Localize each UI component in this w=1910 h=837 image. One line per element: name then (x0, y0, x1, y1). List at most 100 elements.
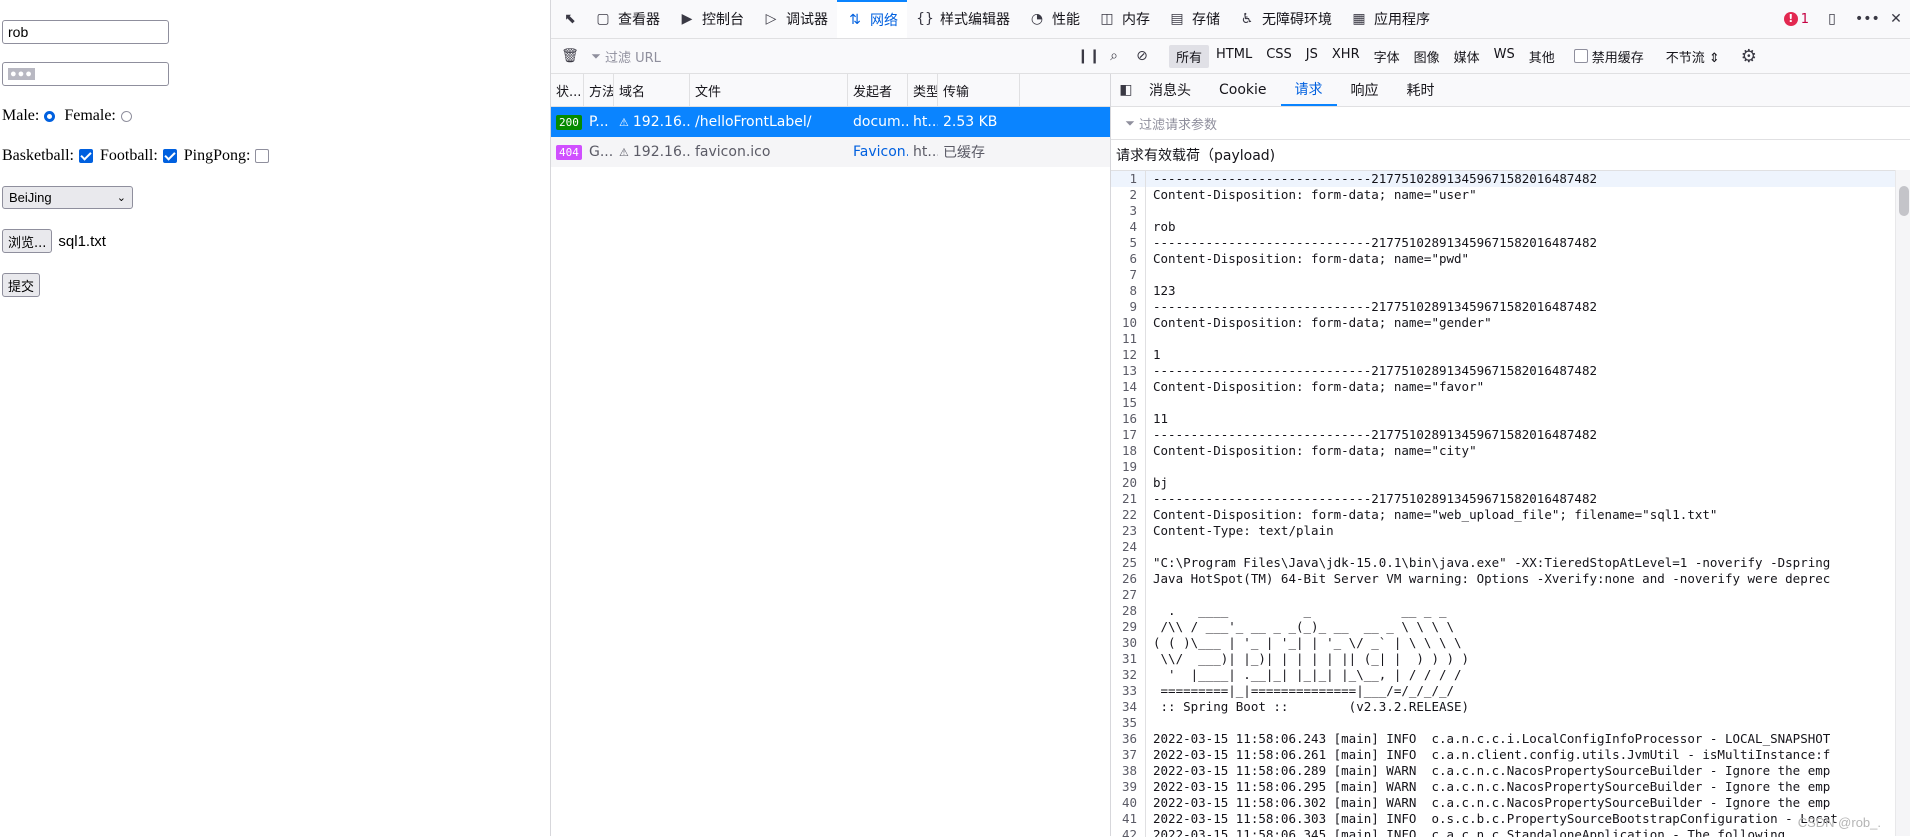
line-text: bj (1153, 475, 1169, 490)
password-mask: ●●● (8, 68, 35, 80)
line-text: -----------------------------21775102891… (1153, 171, 1598, 186)
error-count-badge[interactable]: ! 1 (1783, 12, 1809, 27)
password-input[interactable]: ●●● (2, 62, 169, 86)
tab-performance[interactable]: ◔ 性能 (1019, 0, 1089, 38)
close-icon[interactable]: ✕ (1887, 11, 1905, 27)
domain-text: 192.16... (632, 114, 690, 130)
browse-button[interactable]: 浏览... (2, 229, 53, 253)
tab-style-editor[interactable]: {} 样式编辑器 (907, 0, 1019, 38)
filter-icon: ⏷ (591, 48, 601, 63)
line-number: 34 (1111, 699, 1146, 715)
type-text: ht... (913, 114, 938, 130)
line-text: :: Spring Boot :: (v2.3.2.RELEASE) (1153, 699, 1470, 714)
detail-tab-1[interactable]: Cookie (1205, 74, 1281, 106)
line-text: Content-Disposition: form-data; name="pw… (1153, 251, 1470, 266)
line-text: ( ( )\___ | '_ | '_| | '_ \/ _` | \ \ \ … (1153, 635, 1462, 650)
line-number: 19 (1111, 459, 1146, 475)
type-filter-3[interactable]: JS (1299, 45, 1325, 68)
type-filter-1[interactable]: HTML (1209, 45, 1259, 68)
city-select[interactable]: BeiJing ⌄ (2, 186, 133, 209)
column-header-6[interactable]: 传输 (938, 74, 1020, 106)
line-text: /\\ / ___'_ __ _ _(_)_ __ __ _ \ \ \ \ (1153, 619, 1455, 634)
payload-code-view[interactable]: 1 -----------------------------2177510289… (1111, 170, 1896, 837)
code-line: 37 2022-03-15 11:58:06.261 [main] INFO c.… (1111, 747, 1896, 763)
detail-tab-3[interactable]: 响应 (1337, 74, 1393, 106)
cell-file: /helloFrontLabel/ (690, 107, 848, 137)
username-input[interactable]: rob (2, 20, 169, 44)
tab-memory[interactable]: ◫ 内存 (1089, 0, 1159, 38)
line-number: 11 (1111, 331, 1146, 347)
line-number: 1 (1111, 171, 1146, 187)
favor-label-1: Football: (99, 147, 158, 164)
column-header-4[interactable]: 发起者 (848, 74, 908, 106)
code-line: 34 :: Spring Boot :: (v2.3.2.RELEASE) (1111, 699, 1896, 715)
disable-cache-checkbox[interactable] (1573, 49, 1588, 63)
toggle-panel-icon[interactable]: ◧ (1117, 82, 1135, 98)
code-line: 9 -----------------------------2177510289… (1111, 299, 1896, 315)
type-filter-4[interactable]: XHR (1325, 45, 1367, 68)
type-filter-9[interactable]: 其他 (1522, 45, 1562, 68)
favor-checkbox-2[interactable] (255, 149, 270, 163)
block-icon[interactable]: ⊘ (1133, 48, 1151, 64)
detail-tab-2[interactable]: 请求 (1280, 74, 1337, 106)
line-number: 30 (1111, 635, 1146, 651)
code-line: 25 "C:\Program Files\Java\jdk-15.0.1\bin\… (1111, 555, 1896, 571)
column-header-3[interactable]: 文件 (690, 74, 848, 106)
male-radio[interactable] (44, 110, 56, 122)
detail-tab-4[interactable]: 耗时 (1393, 74, 1449, 106)
table-row[interactable]: 404G...⚠192.16...favicon.icoFavicon...ht… (551, 137, 1110, 167)
submit-button[interactable]: 提交 (2, 273, 41, 297)
line-number: 16 (1111, 411, 1146, 427)
female-radio[interactable] (120, 110, 132, 122)
responsive-design-icon[interactable]: ▯ (1823, 11, 1841, 27)
line-number: 12 (1111, 347, 1146, 363)
tab-label: 存储 (1192, 12, 1220, 28)
code-line: 5 -----------------------------2177510289… (1111, 235, 1896, 251)
code-line: 40 2022-03-15 11:58:06.302 [main] WARN c.… (1111, 795, 1896, 811)
pause-icon[interactable]: ❙❙ (1077, 48, 1100, 64)
line-number: 26 (1111, 571, 1146, 587)
more-options-icon[interactable]: ••• (1855, 11, 1880, 27)
favor-checkbox-1[interactable] (162, 149, 177, 163)
line-text: "C:\Program Files\Java\jdk-15.0.1\bin\ja… (1153, 555, 1831, 570)
disable-cache[interactable]: 禁用缓存 (1573, 47, 1644, 66)
type-filter-2[interactable]: CSS (1259, 45, 1299, 68)
tab-inspector[interactable]: ▢ 查看器 (585, 0, 669, 38)
throttle-select[interactable]: 不节流 ⇕ (1666, 47, 1720, 66)
tab-accessibility[interactable]: ♿ 无障碍环境 (1229, 0, 1341, 38)
url-filter[interactable]: ⏷ 过滤 URL (587, 47, 1077, 66)
type-filter-8[interactable]: WS (1487, 45, 1522, 68)
gear-icon[interactable]: ⚙ (1740, 46, 1758, 67)
code-line: 22 Content-Disposition: form-data; name="… (1111, 507, 1896, 523)
scrollbar-thumb[interactable] (1899, 186, 1909, 216)
tab-application[interactable]: ▦ 应用程序 (1341, 0, 1439, 38)
column-header-0[interactable]: 状... (551, 74, 584, 106)
devtools-tab-list: ▢ 查看器 ▶ 控制台 ▷ 调试器 ⇅ 网络 {} 样式编辑器 ◔ 性能 ◫ 内存 ▤ 存储 ♿ 无障碍环境 ▦ 应用… (585, 0, 1439, 38)
tab-debugger[interactable]: ▷ 调试器 (753, 0, 837, 38)
line-number: 40 (1111, 795, 1146, 811)
type-filter-7[interactable]: 媒体 (1447, 45, 1487, 68)
insecure-lock-icon: ⚠ (619, 115, 629, 129)
search-icon[interactable]: ⌕ (1105, 48, 1123, 64)
type-filter-6[interactable]: 图像 (1407, 45, 1447, 68)
type-filter-5[interactable]: 字体 (1367, 45, 1407, 68)
tab-storage[interactable]: ▤ 存储 (1159, 0, 1229, 38)
column-header-5[interactable]: 类型 (908, 74, 938, 106)
column-header-2[interactable]: 域名 (614, 74, 690, 106)
payload-scrollbar[interactable] (1895, 170, 1910, 836)
param-filter[interactable]: ⏷ 过滤请求参数 (1111, 107, 1910, 140)
favor-label-0: Basketball: (2, 147, 74, 164)
code-line: 36 2022-03-15 11:58:06.243 [main] INFO c.… (1111, 731, 1896, 747)
line-number: 24 (1111, 539, 1146, 555)
table-row[interactable]: 200 P... ⚠ 192.16... /helloFrontLabel/docum.… (551, 107, 1110, 137)
code-line: 30 ( ( )\___ | '_ | '_| | '_ \/ _` | \ \ … (1111, 635, 1896, 651)
trash-icon[interactable]: 🗑 (561, 48, 579, 64)
element-picker-icon[interactable]: ⬉ (561, 11, 579, 27)
favor-checkbox-0[interactable] (78, 149, 93, 163)
tab-console[interactable]: ▶ 控制台 (669, 0, 753, 38)
tab-network[interactable]: ⇅ 网络 (837, 0, 907, 38)
line-text: -----------------------------21775102891… (1153, 427, 1598, 442)
detail-tab-0[interactable]: 消息头 (1135, 74, 1205, 106)
type-filter-0[interactable]: 所有 (1169, 44, 1210, 68)
column-header-1[interactable]: 方法 (584, 74, 614, 106)
